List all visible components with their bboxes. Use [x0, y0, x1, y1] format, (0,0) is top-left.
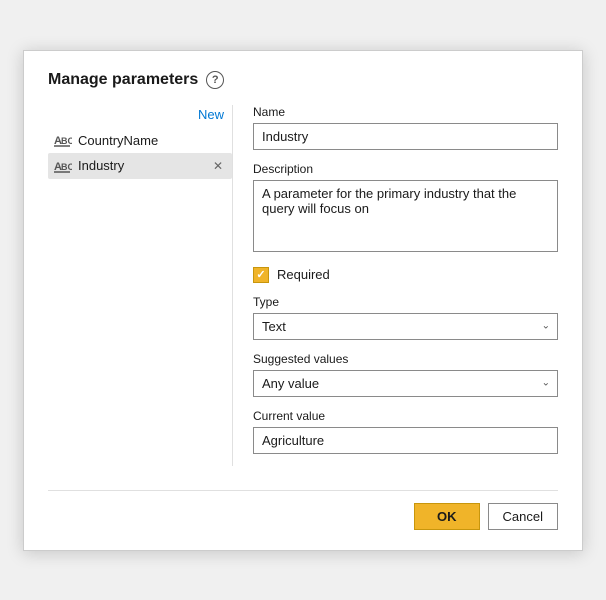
cancel-button[interactable]: Cancel	[488, 503, 558, 530]
param-list: A BC CountryName A BC	[48, 128, 232, 179]
dialog-footer: OK Cancel	[48, 490, 558, 530]
type-select-wrapper: Text Number Date Boolean Binary ⌄	[253, 313, 558, 340]
dialog-title-text: Manage parameters	[48, 71, 198, 89]
type-select[interactable]: Text Number Date Boolean Binary	[253, 313, 558, 340]
param-item-countryname[interactable]: A BC CountryName	[48, 128, 232, 153]
new-button[interactable]: New	[194, 105, 228, 124]
left-panel: New A BC CountryName	[48, 105, 233, 466]
manage-parameters-dialog: Manage parameters ? New A BC CountryName	[23, 50, 583, 551]
description-label: Description	[253, 162, 558, 176]
required-checkbox[interactable]: ✓	[253, 267, 269, 283]
param-label-industry: Industry	[78, 158, 204, 173]
close-industry-icon[interactable]: ✕	[210, 158, 226, 174]
suggested-values-label: Suggested values	[253, 352, 558, 366]
right-panel: Name Description A parameter for the pri…	[233, 105, 558, 466]
param-type-icon-industry: A BC	[54, 159, 72, 173]
description-field-group: Description A parameter for the primary …	[253, 162, 558, 255]
required-label: Required	[277, 267, 330, 282]
name-field-group: Name	[253, 105, 558, 150]
checkmark-icon: ✓	[256, 268, 265, 281]
type-field-group: Type Text Number Date Boolean Binary ⌄	[253, 295, 558, 340]
svg-text:BC: BC	[61, 162, 72, 172]
param-label-countryname: CountryName	[78, 133, 226, 148]
suggested-values-field-group: Suggested values Any value List of value…	[253, 352, 558, 397]
description-input[interactable]: A parameter for the primary industry tha…	[253, 180, 558, 252]
param-item-industry[interactable]: A BC Industry ✕	[48, 153, 232, 179]
current-value-input[interactable]	[253, 427, 558, 454]
new-btn-row: New	[48, 105, 232, 128]
current-value-field-group: Current value	[253, 409, 558, 454]
help-icon[interactable]: ?	[206, 71, 224, 89]
ok-button[interactable]: OK	[414, 503, 480, 530]
param-type-icon-countryname: A BC	[54, 133, 72, 147]
required-row: ✓ Required	[253, 267, 558, 283]
type-label: Type	[253, 295, 558, 309]
name-label: Name	[253, 105, 558, 119]
suggested-values-select-wrapper: Any value List of values Query ⌄	[253, 370, 558, 397]
svg-text:BC: BC	[61, 136, 72, 146]
suggested-values-select[interactable]: Any value List of values Query	[253, 370, 558, 397]
name-input[interactable]	[253, 123, 558, 150]
dialog-title-row: Manage parameters ?	[48, 71, 558, 89]
dialog-body: New A BC CountryName	[48, 105, 558, 466]
current-value-label: Current value	[253, 409, 558, 423]
